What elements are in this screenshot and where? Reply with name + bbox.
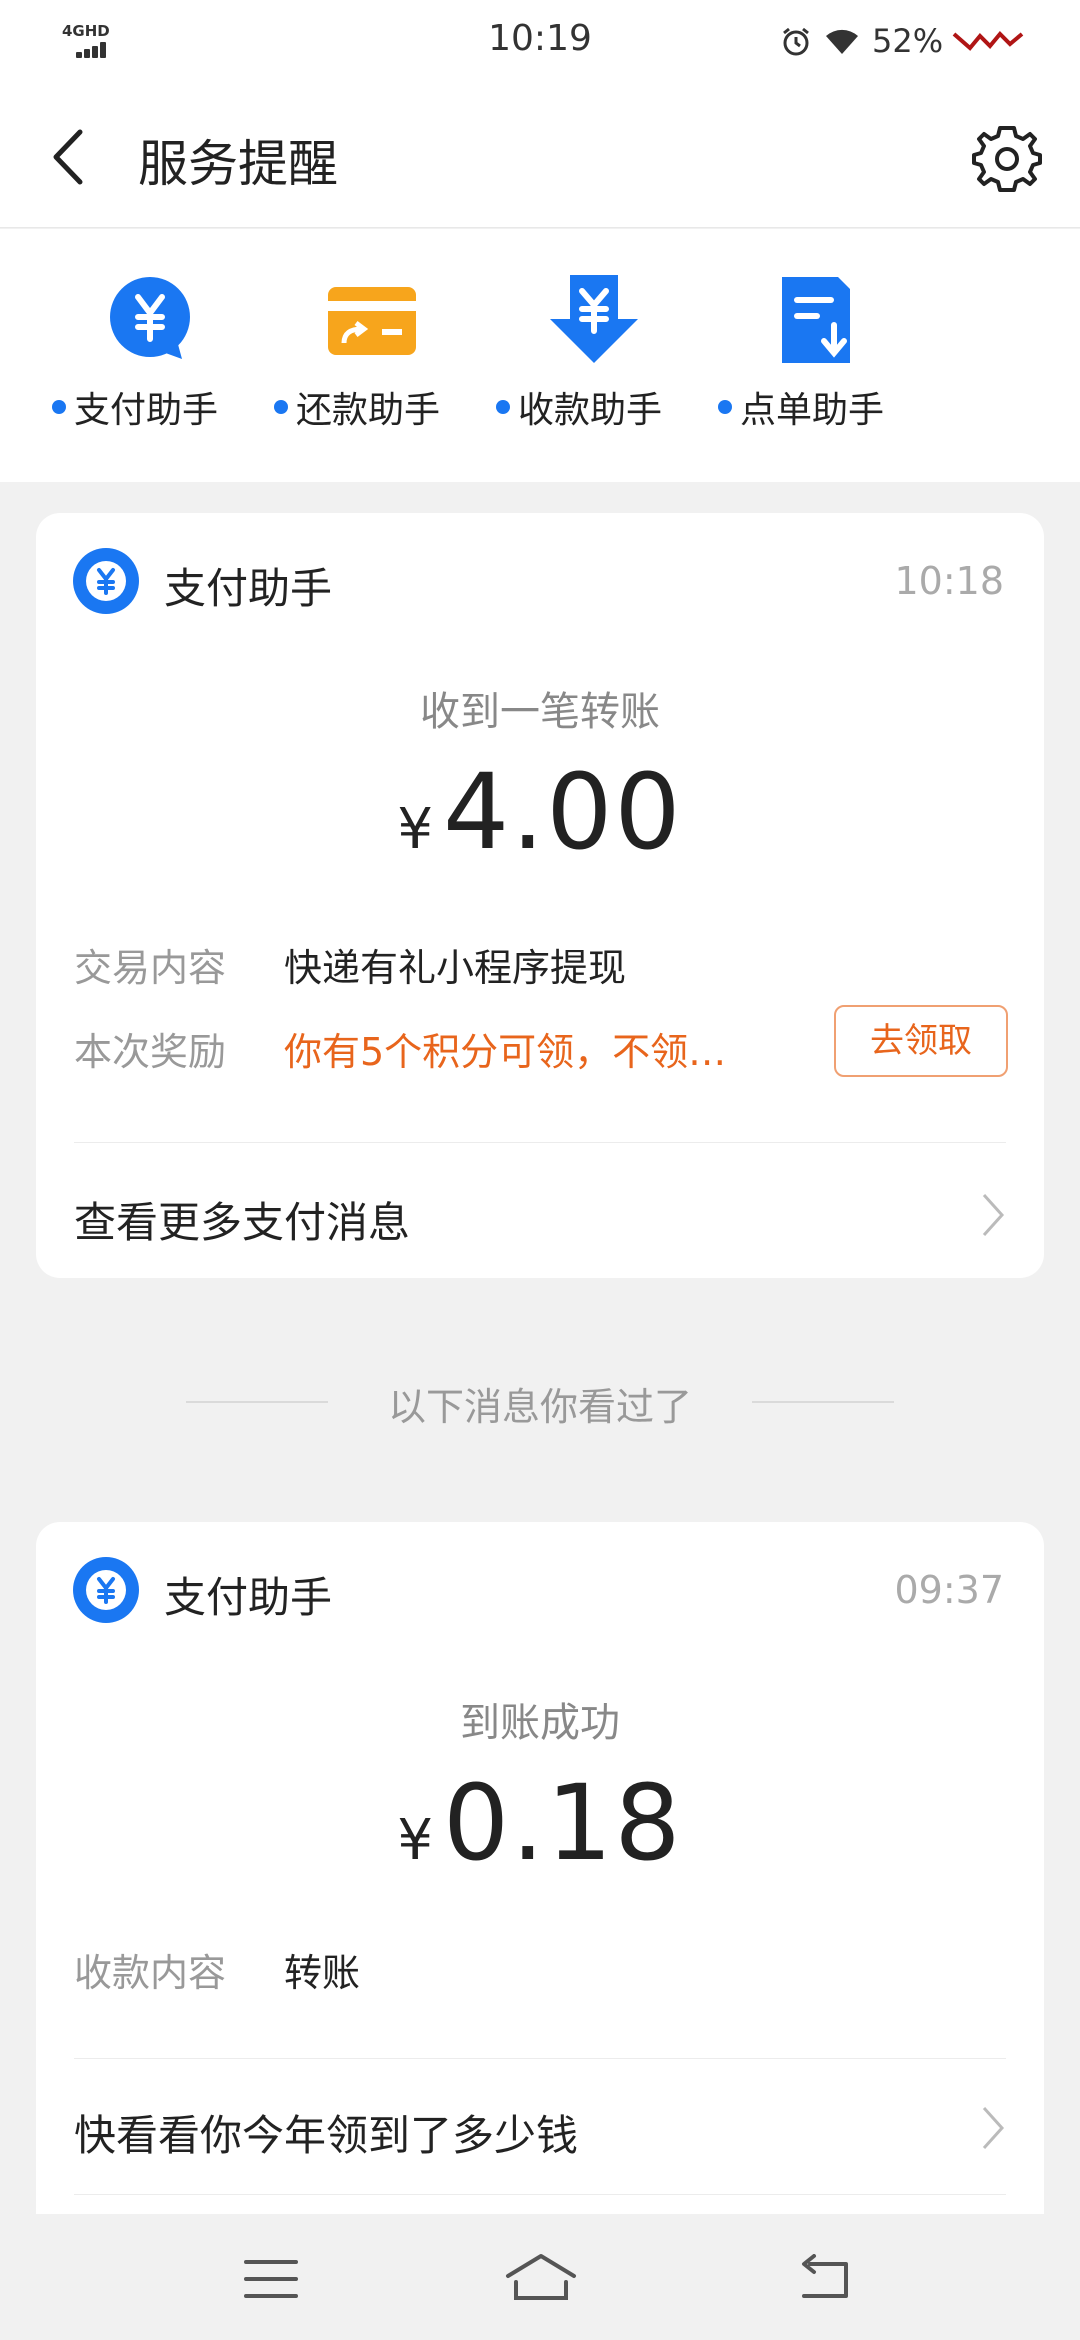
card-time: 10:18	[894, 559, 1004, 603]
shortcut-label: 支付助手	[74, 390, 219, 431]
shortcut-label: 点单助手	[740, 390, 885, 431]
home-icon[interactable]	[504, 2252, 578, 2306]
divider	[74, 2058, 1006, 2059]
card-time: 09:37	[894, 1568, 1004, 1612]
top-app-bar: 服务提醒	[0, 84, 1080, 228]
alarm-icon	[783, 27, 809, 56]
divider	[74, 2194, 1006, 2195]
back-chevron-icon[interactable]	[40, 122, 110, 192]
page-title: 服务提醒	[138, 135, 338, 193]
wifi-icon	[826, 29, 858, 54]
card-source: 支付助手	[164, 564, 333, 613]
card-transfer-icon	[328, 287, 416, 355]
seen-divider: 以下消息你看过了	[0, 1376, 1080, 1429]
assistant-shortcuts: 支付助手 还款助手 收款助手 点单助手	[0, 229, 1080, 482]
menu-icon[interactable]	[244, 2256, 298, 2302]
detail-key: 收款内容	[74, 1951, 227, 1995]
card-subtitle: 到账成功	[460, 1700, 620, 1746]
shortcut-payment-assistant[interactable]: 支付助手	[44, 273, 264, 453]
detail-key: 交易内容	[74, 946, 227, 990]
battery-icon	[952, 31, 1024, 51]
notification-card: 支付助手 10:18 收到一笔转账 ¥4.00 交易内容 快递有礼小程序提现 本…	[36, 513, 1044, 1278]
amount: ¥4.00	[36, 751, 1044, 873]
yen-bubble-icon	[73, 1557, 139, 1623]
yen-down-arrow-icon	[550, 275, 638, 363]
card-source: 支付助手	[164, 1573, 333, 1622]
back-icon[interactable]	[796, 2254, 852, 2304]
system-nav-bar	[0, 2214, 1080, 2340]
card-subtitle: 收到一笔转账	[420, 689, 660, 735]
order-doc-icon	[782, 277, 850, 363]
shortcut-repayment-assistant[interactable]: 还款助手	[266, 273, 486, 453]
shortcut-label: 还款助手	[296, 390, 441, 431]
yen-bubble-icon	[73, 548, 139, 614]
status-bar: 4GHD 10:19 52%	[0, 0, 1080, 84]
currency-symbol: ¥	[397, 797, 434, 862]
currency-symbol: ¥	[397, 1808, 434, 1873]
amount-value: 0.18	[443, 1762, 683, 1884]
shortcut-order-assistant[interactable]: 点单助手	[710, 273, 930, 453]
detail-key: 本次奖励	[74, 1030, 227, 1074]
reward-value: 你有5个积分可领，不领…	[284, 1030, 727, 1074]
gear-icon[interactable]	[970, 122, 1044, 196]
more-payment-messages-link[interactable]: 查看更多支付消息	[74, 1189, 410, 1250]
amount-value: 4.00	[443, 751, 683, 873]
chevron-right-icon[interactable]	[978, 2104, 1008, 2152]
shortcut-label: 收款助手	[518, 390, 663, 431]
yen-bubble-icon	[110, 277, 190, 359]
amount: ¥0.18	[36, 1762, 1044, 1884]
annual-summary-link[interactable]: 快看看你今年领到了多少钱	[74, 2102, 578, 2163]
battery-percent: 52%	[872, 22, 944, 60]
seen-divider-text: 以下消息你看过了	[387, 1385, 692, 1429]
chevron-right-icon[interactable]	[978, 1191, 1008, 1239]
claim-button[interactable]: 去领取	[834, 1005, 1008, 1077]
detail-value: 转账	[284, 1951, 361, 1995]
divider	[74, 1142, 1006, 1143]
shortcut-collection-assistant[interactable]: 收款助手	[488, 273, 708, 453]
detail-value: 快递有礼小程序提现	[284, 946, 627, 990]
